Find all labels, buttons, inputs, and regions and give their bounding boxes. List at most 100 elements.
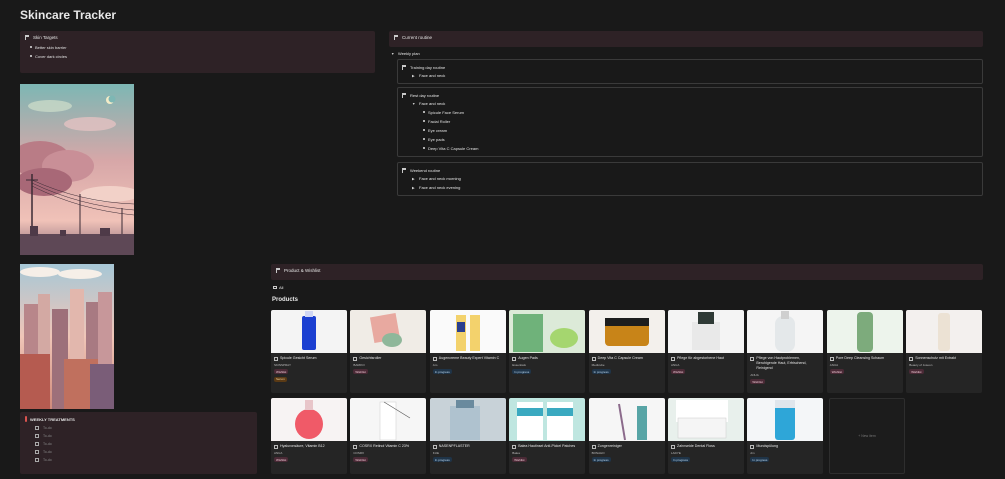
checkbox[interactable] (35, 458, 39, 462)
product-image (509, 310, 586, 353)
product-card[interactable]: Zahnseide Dental Floss LADYE In progress (668, 398, 744, 474)
category-badge: Serum (274, 376, 287, 382)
product-image (271, 310, 347, 353)
list-item: Facial Roller (423, 119, 982, 124)
todo-item[interactable]: To-do (35, 458, 257, 462)
product-name: Pflege für abgestorbene Haut (671, 356, 741, 361)
page-title: Skincare Tracker (20, 8, 117, 22)
triangle-down-icon: ▼ (412, 101, 416, 106)
list-item: Eye pads (423, 137, 982, 142)
product-name: Deep Vita C Capsule Cream (591, 356, 662, 361)
product-card[interactable]: COSRX Retinol Vitamin C 23% COSRX Wishlist (350, 398, 427, 474)
rest-day-title: Rest day routine (410, 93, 440, 98)
todo-item[interactable]: To-do (35, 442, 257, 446)
new-item-card[interactable]: + New item (829, 398, 905, 474)
lofi-city-image (20, 264, 114, 409)
status-badge: Wishlist (750, 379, 765, 384)
face-neck-toggle[interactable]: ▶ Face and neck (398, 70, 982, 78)
product-image (271, 398, 347, 441)
product-wishlist-callout: Product & Wishlist (271, 264, 983, 280)
page-icon (432, 356, 437, 361)
checkbox[interactable] (35, 450, 39, 454)
product-card[interactable]: Augen Pads Essentials In progress (509, 310, 586, 393)
product-name: Sonnenschutz mit Extrakt (909, 356, 979, 361)
product-name: Gesichtsroller (353, 356, 423, 361)
product-card[interactable]: Pflege für abgestorbene Haut ANUA Wishlist (668, 310, 744, 393)
status-badge: Wishlist (829, 369, 845, 374)
training-day-box: Training day routine ▶ Face and neck (397, 59, 983, 84)
product-image (350, 310, 427, 353)
status-badge: Wishlist (909, 369, 924, 374)
face-neck-morning-toggle[interactable]: ▶ Face and neck morning (398, 173, 982, 181)
todo-item[interactable]: To-do (35, 426, 257, 430)
triangle-right-icon: ▶ (412, 73, 415, 78)
page-icon (591, 356, 596, 361)
flag-icon (25, 35, 30, 40)
todo-item[interactable]: To-do (35, 434, 257, 438)
product-image (826, 310, 903, 353)
view-tab-all[interactable]: All (273, 285, 283, 290)
product-card[interactable]: Balea Hautinsel Anti-Pickel Patches Balea… (509, 398, 586, 474)
triangle-right-icon: ▶ (412, 185, 415, 190)
product-card[interactable]: Spicule Gesicht Serum SKINSPRAY Wishlist Se… (271, 310, 347, 393)
status-badge: Wishlist (274, 369, 289, 374)
product-card[interactable]: Hyaluronsäure, Vitamin B12 ANUA Wishlist (271, 398, 347, 474)
product-card[interactable]: Zungenreiniger BONAHO In progress (588, 398, 665, 474)
products-title: Products (272, 297, 299, 303)
status-badge: Wishlist (671, 369, 686, 374)
product-name: Augen Pads (512, 356, 582, 361)
product-image (429, 398, 506, 441)
product-image (588, 398, 665, 441)
page-icon (671, 444, 675, 449)
weekly-plan-toggle[interactable]: ▼ Weekly plan (391, 51, 420, 56)
product-image (509, 398, 586, 441)
product-card[interactable]: Mundspülung dm In progress (747, 398, 824, 474)
todo-item[interactable]: To-do (35, 450, 257, 454)
list-item: Eye cream (423, 128, 982, 133)
product-card[interactable]: Pore Deep Cleansing Schaum ANUA Wishlist (826, 310, 903, 393)
product-card[interactable]: NASENPFLASTER KUE In progress (429, 398, 506, 474)
rest-day-box: Rest day routine ▼ Face and neck Spicule… (397, 87, 983, 157)
checkbox[interactable] (35, 434, 39, 438)
page-icon (750, 356, 755, 361)
product-card[interactable]: Augencreme Beauty Expert Vitamin C Aro In … (429, 310, 506, 393)
weekly-treatments-heading: WEEKLY TREATMENTS (30, 416, 75, 422)
status-badge: In progress (591, 369, 611, 374)
training-day-title: Training day routine (410, 65, 446, 70)
product-name: Pore Deep Cleansing Schaum (829, 356, 900, 361)
checkbox[interactable] (35, 442, 39, 446)
page-icon (512, 356, 517, 361)
product-image (668, 310, 744, 353)
flag-icon (402, 93, 407, 98)
product-name: Spicule Gesicht Serum (274, 356, 344, 361)
skin-targets-callout: Skin Targets Better skin barrier Cover d… (20, 31, 375, 73)
page-icon (512, 444, 517, 449)
product-card[interactable]: Pflege von Hautproblemen, Beruhigende Ha… (747, 310, 824, 393)
list-item: Better skin barrier (30, 45, 375, 50)
status-badge: In progress (432, 457, 452, 462)
list-item: Spicule Face Serum (423, 110, 982, 115)
face-neck-evening-toggle[interactable]: ▶ Face and neck evening (398, 181, 982, 190)
product-name: Hyaluronsäure, Vitamin B12 (274, 444, 344, 449)
face-neck-toggle[interactable]: ▼ Face and neck (398, 98, 982, 106)
status-badge: In progress (750, 457, 770, 462)
page-icon (353, 444, 358, 449)
product-image (747, 310, 824, 353)
product-image (668, 398, 744, 441)
flag-icon (402, 65, 407, 70)
checkbox[interactable] (35, 426, 39, 430)
flag-icon (276, 268, 281, 273)
status-badge: Wishlist (353, 457, 368, 462)
product-image (906, 310, 983, 353)
triangle-down-icon: ▼ (391, 51, 395, 56)
page-icon (909, 356, 914, 361)
current-routine-callout: Current routine (389, 31, 983, 47)
product-image (429, 310, 506, 353)
thermometer-icon (25, 416, 27, 422)
product-card[interactable]: Sonnenschutz mit Extrakt Beauty of Joseon… (906, 310, 983, 393)
triangle-right-icon: ▶ (412, 176, 415, 181)
product-card[interactable]: Gesichtsroller BARIKO Wishlist (350, 310, 427, 393)
page-icon (432, 444, 437, 449)
product-card[interactable]: Deep Vita C Capsule Cream Medicube In prog… (588, 310, 665, 393)
weekend-box: Weekend routine ▶ Face and neck morning … (397, 162, 983, 196)
